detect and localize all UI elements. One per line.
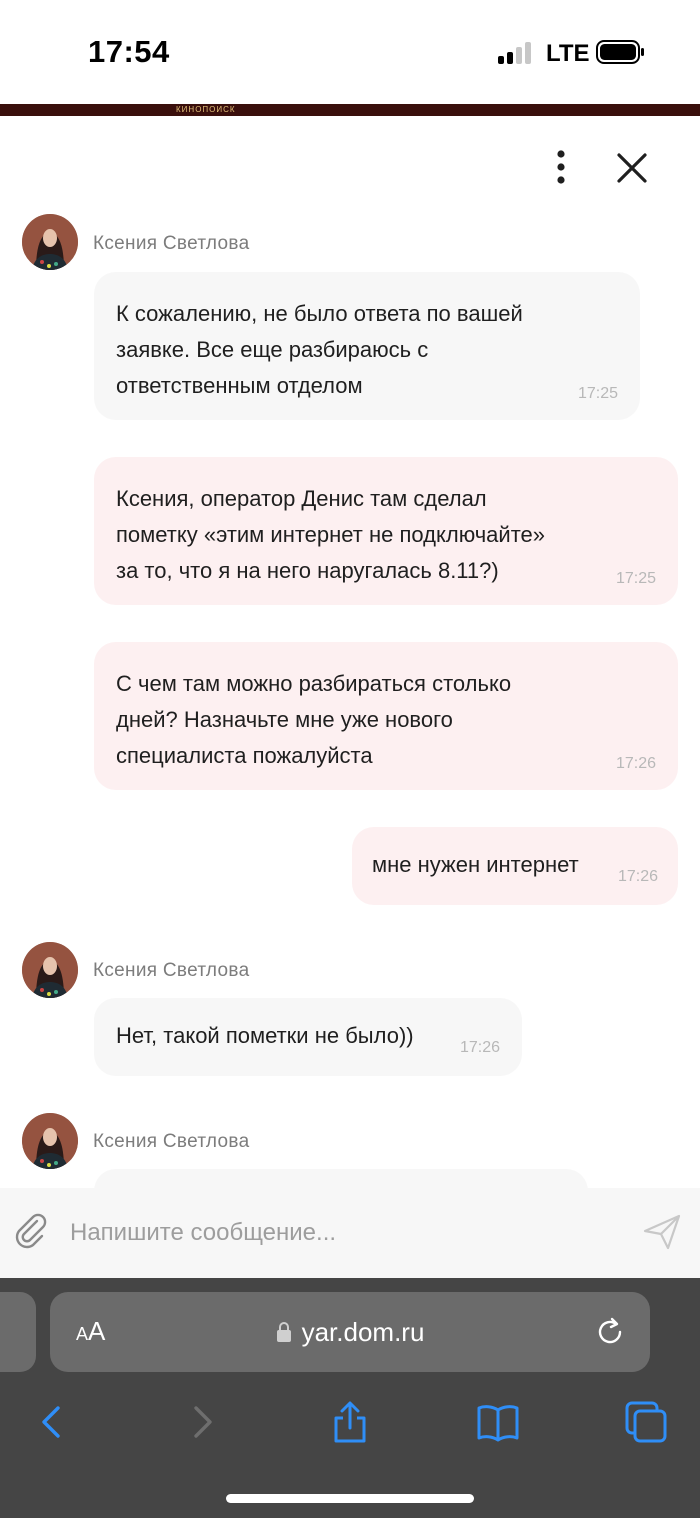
avatar [22, 214, 78, 270]
message-time: 17:26 [615, 755, 656, 772]
browser-chrome: AA yar.dom.ru [0, 1278, 700, 1518]
message-input-bar [0, 1188, 700, 1278]
message-bubble-outgoing: С чем там можно разбираться столько дней… [94, 642, 678, 790]
background-page-logo: КИНОПОИСК [176, 105, 236, 114]
url-display[interactable]: yar.dom.ru [50, 1292, 650, 1372]
sender-name: Ксения Светлова [93, 960, 250, 981]
send-icon[interactable] [642, 1212, 682, 1252]
message-bubble-outgoing: мне нужен интернет 17:26 [352, 827, 678, 905]
message-text-line: специалиста пожалуйста [116, 743, 373, 768]
message-text-line: заявке. Все еще разбираюсь с [116, 337, 429, 362]
message-bubble-incoming: Нет, такой пометки не было)) 17:26 [94, 998, 522, 1076]
chat-widget: Ксения Светлова К сожалению, не было отв… [0, 116, 700, 1278]
status-bar: 17:54 LTE [0, 0, 700, 104]
reload-icon[interactable] [594, 1316, 626, 1348]
status-time: 17:54 [88, 34, 170, 69]
sender-name: Ксения Светлова [93, 1131, 250, 1152]
share-icon[interactable] [328, 1400, 372, 1444]
paperclip-icon[interactable] [12, 1210, 48, 1250]
message-text-line: за то, что я на него наругалась 8.11?) [116, 558, 499, 583]
address-bar[interactable]: AA yar.dom.ru [50, 1292, 650, 1372]
message-text-line: мне нужен интернет [372, 852, 579, 877]
background-page-strip: КИНОПОИСК [0, 104, 700, 116]
message-text-line: дней? Назначьте мне уже нового [116, 707, 453, 732]
url-text: yar.dom.ru [301, 1316, 425, 1347]
previous-tab-preview[interactable] [0, 1292, 36, 1372]
sender-name: Ксения Светлова [93, 233, 250, 254]
battery-icon [596, 40, 644, 64]
book-icon[interactable] [476, 1400, 520, 1444]
avatar [22, 1113, 78, 1169]
message-text-line: ответственным отделом [116, 373, 363, 398]
close-icon[interactable] [614, 150, 650, 186]
message-time: 17:26 [617, 868, 658, 885]
browser-toolbar [0, 1384, 700, 1464]
message-bubble-outgoing: Ксения, оператор Денис там сделал пометк… [94, 457, 678, 605]
message-time: 17:26 [459, 1039, 500, 1056]
avatar [22, 942, 78, 998]
chevron-left-icon[interactable] [30, 1400, 74, 1444]
message-text-line: пометку «этим интернет не подключайте» [116, 522, 546, 547]
message-text-line: Ксения, оператор Денис там сделал [116, 486, 487, 511]
lock-icon [276, 1322, 291, 1342]
chevron-right-icon[interactable] [180, 1400, 224, 1444]
message-input[interactable] [70, 1208, 610, 1258]
message-bubble-incoming: К сожалению, не было ответа по вашей зая… [94, 272, 640, 420]
cellular-signal-icon [498, 42, 534, 64]
message-time: 17:25 [615, 570, 656, 587]
message-text-line: К сожалению, не было ответа по вашей [116, 301, 523, 326]
chat-header [0, 116, 700, 212]
message-text-line: Нет, такой пометки не было)) [116, 1023, 414, 1048]
tabs-icon[interactable] [624, 1400, 668, 1444]
message-time: 17:25 [577, 385, 618, 402]
more-vertical-icon[interactable] [546, 148, 576, 188]
home-indicator[interactable] [226, 1494, 474, 1503]
message-text-line: С чем там можно разбираться столько [116, 671, 512, 696]
network-type: LTE [546, 40, 590, 67]
